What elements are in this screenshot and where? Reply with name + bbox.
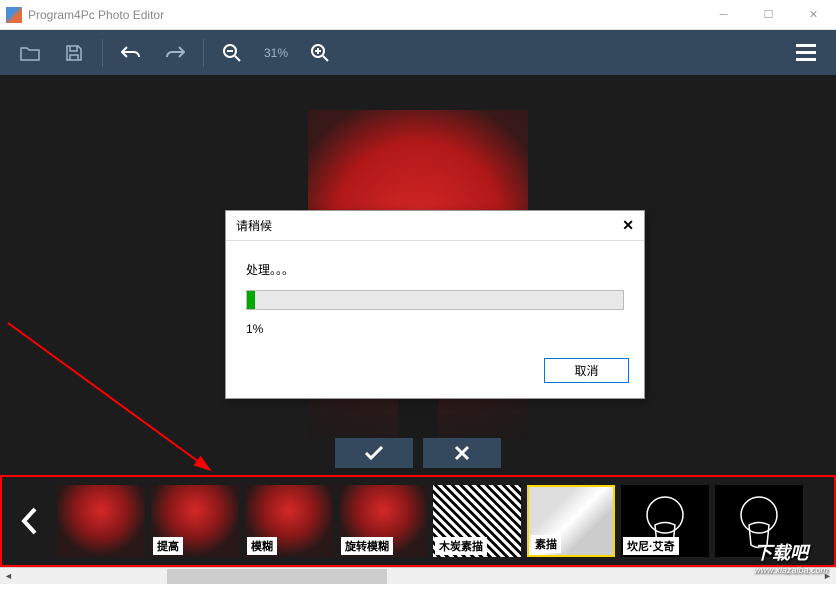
minimize-button[interactable]: ─ — [701, 0, 746, 30]
filter-label: 提高 — [153, 537, 183, 555]
filter-prev-button[interactable] — [2, 477, 57, 565]
redo-button[interactable] — [155, 35, 195, 70]
apply-button[interactable] — [335, 438, 413, 468]
filter-item-0[interactable] — [57, 485, 145, 557]
separator — [102, 39, 103, 67]
scroll-left-button[interactable]: ◄ — [0, 568, 17, 585]
filter-label: 木炭素描 — [435, 537, 487, 555]
dialog-message: 处理。。。 — [246, 261, 624, 278]
action-bar — [0, 430, 836, 475]
window-title: Program4Pc Photo Editor — [28, 8, 701, 22]
filter-item-7[interactable] — [715, 485, 803, 557]
scroll-thumb[interactable] — [167, 569, 387, 584]
zoom-level: 31% — [264, 46, 288, 60]
dialog-cancel-button[interactable]: 取消 — [544, 358, 629, 383]
dialog-title: 请稍候 — [236, 217, 622, 234]
open-button[interactable] — [10, 35, 50, 70]
zoom-out-button[interactable] — [212, 35, 252, 70]
main-toolbar: 31% — [0, 30, 836, 75]
progress-fill — [247, 291, 255, 309]
cancel-button[interactable] — [423, 438, 501, 468]
filter-label: 模糊 — [247, 537, 277, 555]
filter-thumb — [715, 485, 803, 557]
app-icon — [6, 7, 22, 23]
undo-button[interactable] — [111, 35, 151, 70]
menu-button[interactable] — [786, 33, 826, 73]
progress-percent: 1% — [246, 322, 624, 336]
titlebar: Program4Pc Photo Editor ─ ☐ ✕ — [0, 0, 836, 30]
filter-item-3[interactable]: 旋转模糊 — [339, 485, 427, 557]
filter-item-2[interactable]: 模糊 — [245, 485, 333, 557]
save-button[interactable] — [54, 35, 94, 70]
filter-item-1[interactable]: 提高 — [151, 485, 239, 557]
filter-label: 坎尼·艾奇 — [623, 537, 679, 555]
horizontal-scrollbar[interactable]: ◄ ► — [0, 567, 836, 584]
filter-item-5[interactable]: 素描 — [527, 485, 615, 557]
filter-label: 旋转模糊 — [341, 537, 393, 555]
progress-bar — [246, 290, 624, 310]
scroll-right-button[interactable]: ► — [819, 568, 836, 585]
close-button[interactable]: ✕ — [791, 0, 836, 30]
filter-strip: 提高 模糊 旋转模糊 木炭素描 素描 坎尼·艾奇 — [0, 475, 836, 567]
separator — [203, 39, 204, 67]
progress-dialog: 请稍候 ✕ 处理。。。 1% 取消 — [225, 210, 645, 399]
filter-label: 素描 — [531, 535, 561, 553]
dialog-close-button[interactable]: ✕ — [622, 217, 634, 234]
scroll-track[interactable] — [17, 568, 819, 585]
filter-item-4[interactable]: 木炭素描 — [433, 485, 521, 557]
zoom-in-button[interactable] — [300, 35, 340, 70]
maximize-button[interactable]: ☐ — [746, 0, 791, 30]
filter-item-6[interactable]: 坎尼·艾奇 — [621, 485, 709, 557]
filter-thumb — [57, 485, 145, 557]
